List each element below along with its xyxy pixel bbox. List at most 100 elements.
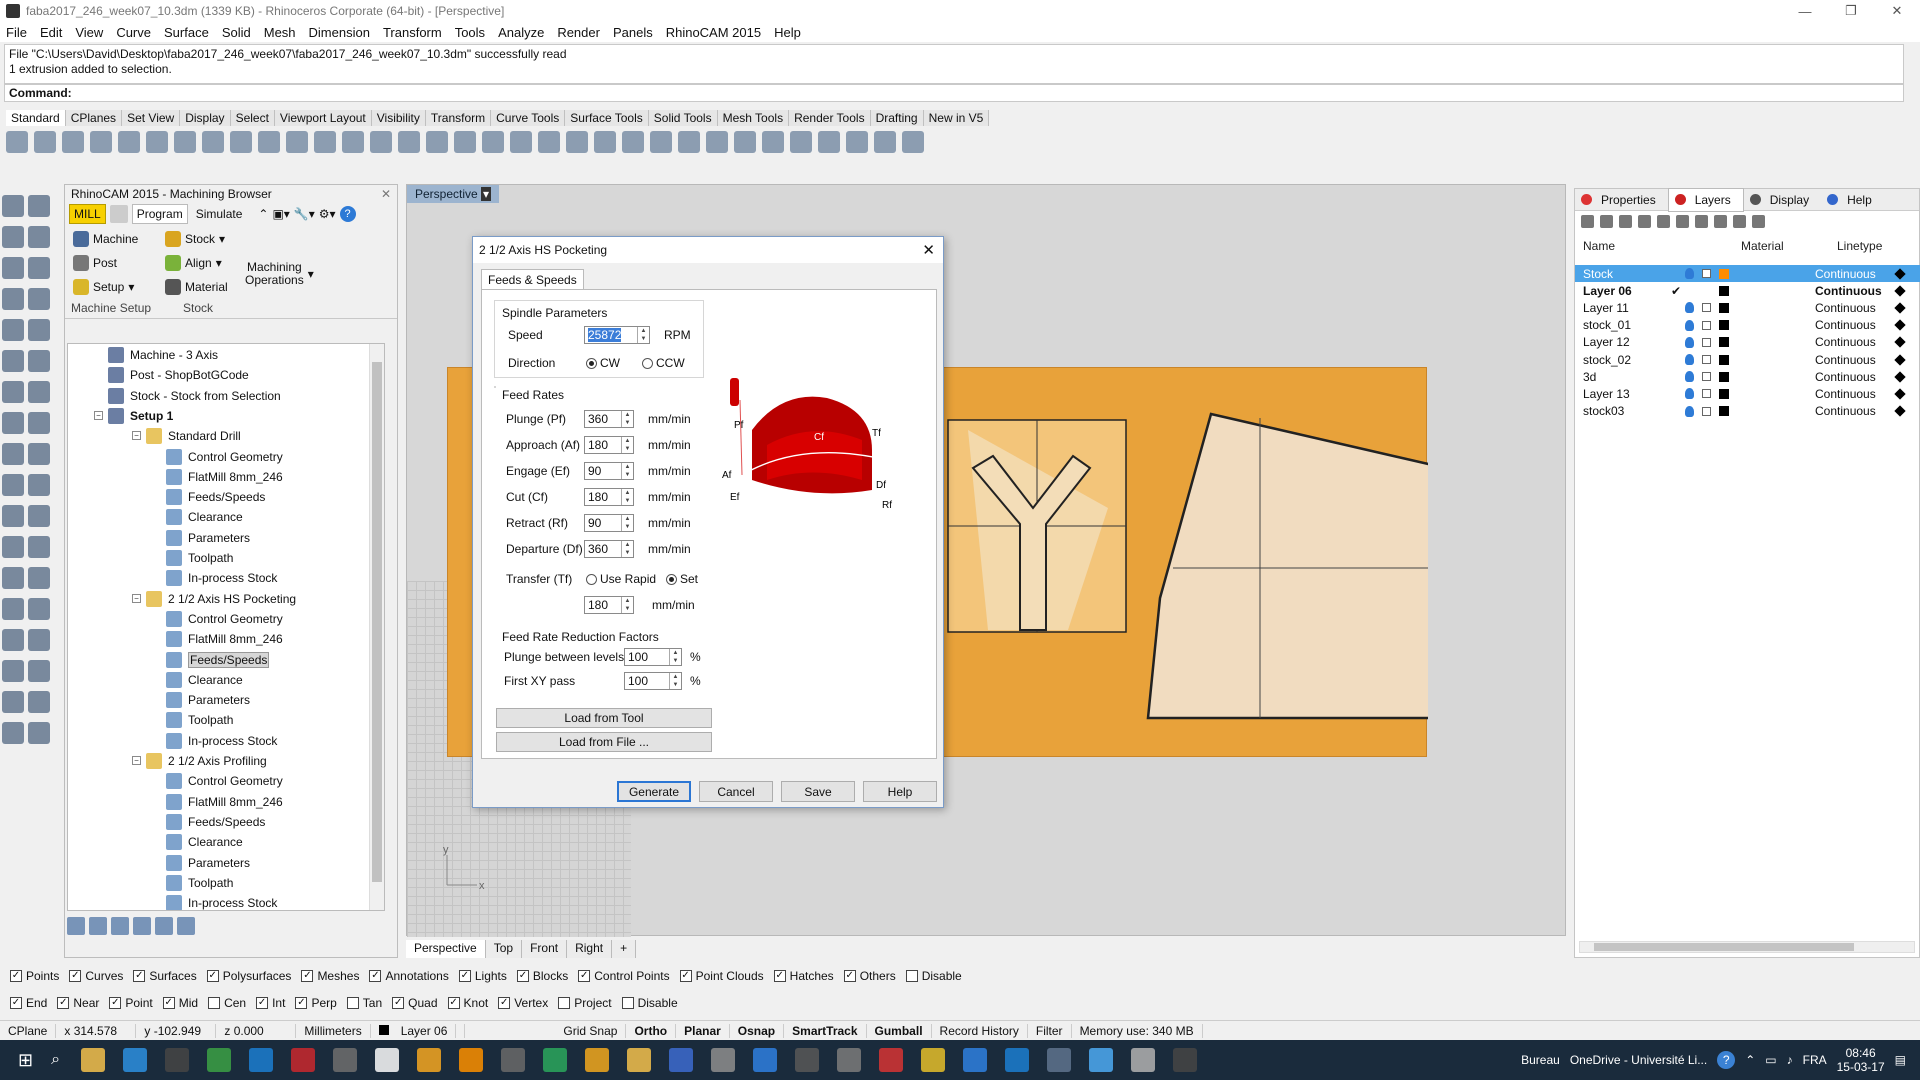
taskbar-app-icon[interactable]: [501, 1048, 526, 1072]
osnap-vertex[interactable]: ✓ Vertex: [498, 996, 548, 1010]
unlocked-icon[interactable]: [1702, 320, 1711, 330]
help-tray-icon[interactable]: ?: [1717, 1051, 1736, 1069]
help-button[interactable]: Help: [863, 781, 937, 802]
tree-node[interactable]: Feeds/Speeds: [166, 651, 270, 669]
delete-layer-icon[interactable]: [1619, 214, 1632, 228]
add-viewport-tab-icon[interactable]: +: [612, 940, 637, 958]
unlocked-icon[interactable]: [1702, 337, 1711, 347]
osnap-perp[interactable]: ✓ Perp: [295, 996, 337, 1010]
globe-icon[interactable]: [790, 131, 812, 153]
filter-surfaces[interactable]: ✓ Surfaces: [133, 969, 197, 983]
osnap-project[interactable]: Project: [558, 996, 612, 1010]
taskbar-app-icon[interactable]: [417, 1048, 442, 1072]
tool-palette-icon[interactable]: [2, 660, 24, 682]
tools-icon[interactable]: 🔧▾: [294, 207, 315, 221]
print-color-icon[interactable]: [1894, 285, 1906, 297]
menu-solid[interactable]: Solid: [222, 25, 251, 40]
tree-node[interactable]: Stock - Stock from Selection: [108, 387, 281, 405]
menu-file[interactable]: File: [6, 25, 27, 40]
menu-edit[interactable]: Edit: [40, 25, 62, 40]
viewport-menu-icon[interactable]: ▾: [481, 187, 492, 201]
view-options-icon[interactable]: ▣▾: [272, 207, 289, 221]
dialog-close-icon[interactable]: ✕: [922, 241, 935, 259]
tree-node[interactable]: Feeds/Speeds: [166, 813, 265, 831]
shaded-sphere-icon[interactable]: [762, 131, 784, 153]
save-icon[interactable]: [62, 131, 84, 153]
browser-tool-icon[interactable]: [155, 917, 173, 935]
clock[interactable]: 08:46 15-03-17: [1837, 1046, 1885, 1074]
feed-rate-input[interactable]: 180 ▲ ▼: [584, 436, 634, 454]
taskbar-app-icon[interactable]: [249, 1048, 274, 1072]
tool-palette-icon[interactable]: [2, 567, 24, 589]
tool-palette-icon[interactable]: [28, 722, 50, 744]
taskbar-app-icon[interactable]: [459, 1048, 484, 1072]
filter-lights[interactable]: ✓ Lights: [458, 969, 507, 983]
taskbar-app-icon[interactable]: [1047, 1048, 1072, 1072]
menu-tools[interactable]: Tools: [455, 25, 485, 40]
unlocked-icon[interactable]: [1702, 269, 1711, 278]
tree-node[interactable]: Machine - 3 Axis: [108, 346, 218, 364]
browser-tool-icon[interactable]: [177, 917, 195, 935]
browser-tool-icon[interactable]: [89, 917, 107, 935]
checkbox[interactable]: ✓: [301, 970, 314, 982]
lightbulb-icon[interactable]: [594, 131, 616, 153]
toolbar-tab-viewport-layout[interactable]: Viewport Layout: [274, 110, 372, 126]
tool-palette-icon[interactable]: [28, 226, 50, 248]
tab-program[interactable]: Program: [131, 204, 188, 224]
ccw-radio[interactable]: CCW: [642, 356, 685, 370]
layers-help-icon[interactable]: [1752, 214, 1765, 228]
panel-tab-display[interactable]: Display: [1744, 189, 1821, 211]
taskbar-app-icon[interactable]: [963, 1048, 988, 1072]
checkbox[interactable]: [905, 970, 918, 982]
filter-annotations[interactable]: ✓ Annotations: [369, 969, 449, 983]
tree-node[interactable]: In-process Stock: [166, 569, 277, 587]
osnap-int[interactable]: ✓ Int: [256, 996, 285, 1010]
tree-node[interactable]: In-process Stock: [166, 732, 277, 750]
taskbar-app-icon[interactable]: [207, 1048, 232, 1072]
viewport-tab-perspective[interactable]: Perspective: [406, 940, 486, 958]
restore-button[interactable]: ❐: [1828, 0, 1874, 22]
set-radio[interactable]: Set: [666, 572, 698, 586]
print-color-icon[interactable]: [1894, 353, 1906, 366]
tree-node[interactable]: FlatMill 8mm_246: [166, 630, 283, 648]
record-history-toggle[interactable]: Record History: [932, 1023, 1028, 1038]
spinner-arrows-icon[interactable]: ▲ ▼: [621, 437, 633, 453]
gear-icon[interactable]: [846, 131, 868, 153]
expand-toggle-icon[interactable]: −: [132, 756, 141, 765]
filter-hatches[interactable]: ✓ Hatches: [773, 969, 834, 983]
osnap-tan[interactable]: Tan: [346, 996, 382, 1010]
tool-palette-icon[interactable]: [2, 319, 24, 341]
osnap-cen[interactable]: Cen: [208, 996, 246, 1010]
layers-hscroll[interactable]: [1579, 941, 1915, 953]
menu-rhinocam-2015[interactable]: RhinoCAM 2015: [666, 25, 761, 40]
browser-tool-icon[interactable]: [67, 917, 85, 935]
tree-node[interactable]: Parameters: [166, 691, 250, 709]
tree-node[interactable]: Parameters: [166, 854, 250, 872]
layer-color-swatch[interactable]: [1719, 354, 1729, 365]
taskbar-app-icon[interactable]: [669, 1048, 694, 1072]
layer-row[interactable]: Layer 11 Continuous: [1575, 299, 1920, 316]
menu-panels[interactable]: Panels: [613, 25, 653, 40]
first-xy-input[interactable]: 100 ▲ ▼: [624, 672, 682, 690]
checkbox[interactable]: ✓: [516, 970, 529, 982]
print-icon[interactable]: [90, 131, 112, 153]
print-color-icon[interactable]: [1894, 371, 1906, 383]
use-rapid-radio[interactable]: Use Rapid: [586, 572, 656, 586]
checkbox[interactable]: ✓: [498, 997, 511, 1009]
layer-color-swatch[interactable]: [1719, 320, 1729, 331]
smarttrack-toggle[interactable]: SmartTrack: [784, 1023, 867, 1038]
layer-row[interactable]: Layer 06 ✔ Continuous: [1575, 282, 1920, 299]
taskbar-app-icon[interactable]: [1131, 1048, 1156, 1072]
visible-lightbulb-icon[interactable]: [1685, 354, 1694, 365]
notifications-icon[interactable]: ▤: [1895, 1053, 1906, 1067]
material-column-header[interactable]: Material: [1741, 239, 1784, 253]
current-layer-status[interactable]: Layer 06: [371, 1023, 466, 1038]
bureau-label[interactable]: Bureau: [1521, 1053, 1560, 1067]
zoom-window-icon[interactable]: [342, 131, 364, 153]
osnap-point[interactable]: ✓ Point: [109, 996, 153, 1010]
tool-palette-icon[interactable]: [2, 381, 24, 403]
unlocked-icon[interactable]: [1702, 389, 1711, 399]
tool-palette-icon[interactable]: [28, 412, 50, 434]
feed-rate-input[interactable]: 90 ▲ ▼: [584, 462, 634, 480]
checkbox[interactable]: ✓: [57, 997, 70, 1009]
